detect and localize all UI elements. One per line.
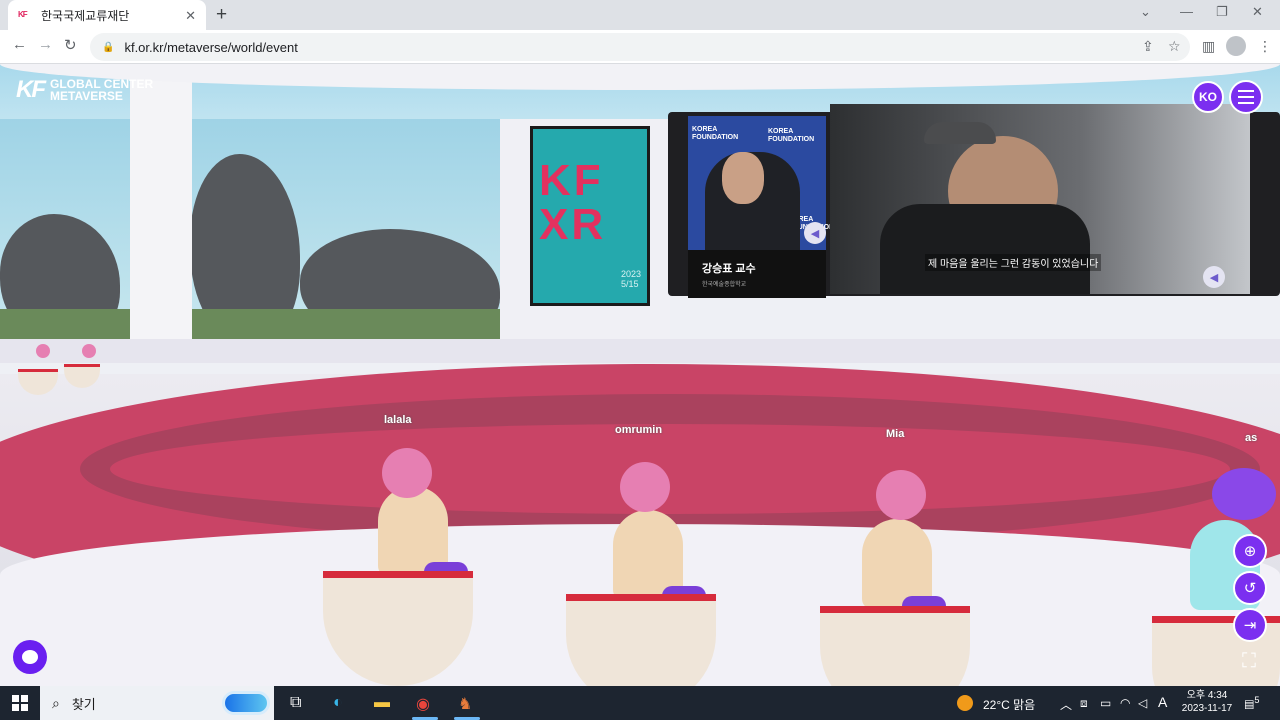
lock-icon[interactable]: 🔒 <box>102 42 114 53</box>
chat-button[interactable] <box>13 640 47 674</box>
ledge <box>0 339 1280 363</box>
chat-bubble-icon <box>22 650 38 664</box>
seat <box>820 606 970 686</box>
sun-icon[interactable] <box>957 695 973 711</box>
interviewee-body <box>880 204 1090 294</box>
task-view-icon[interactable]: ⧉ <box>290 694 301 712</box>
taskbar-search[interactable]: ⌕ 찾기 <box>40 686 274 720</box>
edge-icon[interactable]: ◐ <box>333 694 343 712</box>
chevron-up-icon[interactable]: ︿ <box>1060 696 1072 713</box>
profile-icon[interactable] <box>1226 36 1246 56</box>
new-tab-icon[interactable]: + <box>216 4 227 26</box>
avatar-name: lalala <box>384 414 412 426</box>
wifi-icon[interactable]: ◠ <box>1120 696 1130 710</box>
close-tab-icon[interactable]: ✕ <box>185 8 196 24</box>
backdrop-word: KOREA <box>692 126 718 133</box>
app-icon[interactable]: ♞ <box>458 694 472 714</box>
taskbar: ⌕ 찾기 ⧉ ◐ ▬ ◉ ♞ 22°C 맑음 ︿ ⧈ ▭ ◠ ◁ A 오후 4:… <box>0 686 1280 720</box>
maximize-icon[interactable]: ❐ <box>1216 4 1228 20</box>
backdrop-word: FOUNDATION <box>692 134 739 141</box>
chrome-icon[interactable]: ◉ <box>416 694 430 714</box>
battery-icon[interactable]: ▭ <box>1100 696 1111 710</box>
minimize-icon[interactable]: — <box>1180 4 1193 19</box>
notification-count: 5 <box>1254 695 1260 705</box>
seat <box>566 594 716 686</box>
hamburger-menu-button[interactable] <box>1229 80 1263 114</box>
caption-name: 강승표 교수 <box>702 263 756 275</box>
avatar-name: omrumin <box>615 424 663 436</box>
weather-text[interactable]: 22°C 맑음 <box>983 696 1035 713</box>
logo-mark: KF <box>16 76 46 103</box>
menu-line <box>1238 96 1254 98</box>
lower-third-caption: 강승표 교수 한국예술종합학교 <box>688 250 826 298</box>
date: 2023-11-17 <box>1181 703 1233 714</box>
start-tile <box>12 695 19 702</box>
ime-indicator[interactable]: A <box>1158 694 1167 710</box>
kf-metaverse-logo[interactable]: KF GLOBAL CENTER METAVERSE <box>16 76 153 104</box>
forward-icon[interactable]: → <box>38 36 53 53</box>
tab-search-icon[interactable]: ⌄ <box>1140 4 1151 20</box>
avatar-head <box>876 470 926 520</box>
speaker-icon[interactable]: ◀ <box>804 222 826 244</box>
avatar-name: Mia <box>886 428 905 440</box>
notification-icon[interactable]: ▤5 <box>1244 695 1260 711</box>
kfxr-poster[interactable]: KF XR 2023 5/15 <box>530 126 650 306</box>
logo-text: GLOBAL CENTER METAVERSE <box>50 78 153 102</box>
speaker-icon[interactable]: ◀ <box>1203 266 1225 288</box>
search-placeholder: 찾기 <box>71 696 96 712</box>
star-icon[interactable]: ☆ <box>1168 38 1181 55</box>
tab-strip: KF 한국국제교류재단 ✕ + ⌄ — ❐ ✕ <box>0 0 1280 30</box>
start-tile <box>21 704 28 711</box>
reload-icon[interactable]: ↻ <box>64 36 77 54</box>
avatar-name: as <box>1245 432 1258 444</box>
menu-line <box>1238 90 1254 92</box>
kebab-icon[interactable]: ⋮ <box>1258 38 1272 55</box>
avatar-head <box>620 462 670 512</box>
interviewee-hat <box>924 122 996 144</box>
browser-tab[interactable]: KF 한국국제교류재단 ✕ <box>8 0 206 30</box>
presenter-head <box>722 152 764 204</box>
windows-start-icon[interactable] <box>12 695 28 711</box>
share-icon[interactable]: ⇪ <box>1142 38 1154 55</box>
poster-date: 2023 5/15 <box>621 269 642 289</box>
volume-icon[interactable]: ◁ <box>1138 696 1147 710</box>
pillar <box>130 64 192 349</box>
landscape-window <box>0 119 505 344</box>
fullscreen-icon[interactable]: ⛶ <box>1236 648 1262 674</box>
file-explorer-icon[interactable]: ▬ <box>374 694 390 712</box>
start-tile <box>21 695 28 702</box>
backdrop-word: FOUNDATION <box>768 136 815 143</box>
language-button[interactable]: KO <box>1192 81 1224 113</box>
search-icon: ⌕ <box>52 694 60 711</box>
video-subtitle: 제 마음을 울리는 그런 감동이 있었습니다 <box>925 254 1102 271</box>
zoom-in-button[interactable]: ⊕ <box>1233 534 1267 568</box>
caption-sub: 한국예술종합학교 <box>702 282 747 288</box>
close-window-icon[interactable]: ✕ <box>1252 4 1263 20</box>
reset-view-button[interactable]: ↺ <box>1233 571 1267 605</box>
avatar-far <box>36 344 50 358</box>
back-icon[interactable]: ← <box>12 36 27 53</box>
kf-favicon-icon: KF <box>18 10 28 19</box>
menu-line <box>1238 102 1254 104</box>
metaverse-scene[interactable]: KF XR 2023 5/15 KOREA FOUNDATION KOREA F… <box>0 64 1280 686</box>
browser-chrome: KF 한국국제교류재단 ✕ + ⌄ — ❐ ✕ ← → ↻ 🔒 kf.or.kr… <box>0 0 1280 64</box>
time: 오후 4:34 <box>1186 690 1228 701</box>
exit-button[interactable]: ⇥ <box>1233 608 1267 642</box>
logo-line-2: METAVERSE <box>50 89 123 103</box>
meet-now-icon[interactable]: ⧈ <box>1080 696 1088 711</box>
start-tile <box>12 704 19 711</box>
avatar-far <box>82 344 96 358</box>
poster-title: KF XR <box>539 156 607 249</box>
browser-toolbar: ← → ↻ 🔒 kf.or.kr/metaverse/world/event ⇪… <box>0 30 1280 64</box>
backdrop-word: KOREA <box>768 128 794 135</box>
address-bar[interactable]: 🔒 kf.or.kr/metaverse/world/event <box>90 33 1190 61</box>
bing-icon[interactable] <box>222 691 270 715</box>
clock[interactable]: 오후 4:34 2023-11-17 <box>1176 689 1238 715</box>
tab-title: 한국국제교류재단 <box>41 8 130 23</box>
avatar-head <box>382 448 432 498</box>
sidepanel-icon[interactable]: ▥ <box>1202 38 1215 55</box>
url-text: kf.or.kr/metaverse/world/event <box>124 39 298 55</box>
avatar-head <box>1212 468 1276 520</box>
